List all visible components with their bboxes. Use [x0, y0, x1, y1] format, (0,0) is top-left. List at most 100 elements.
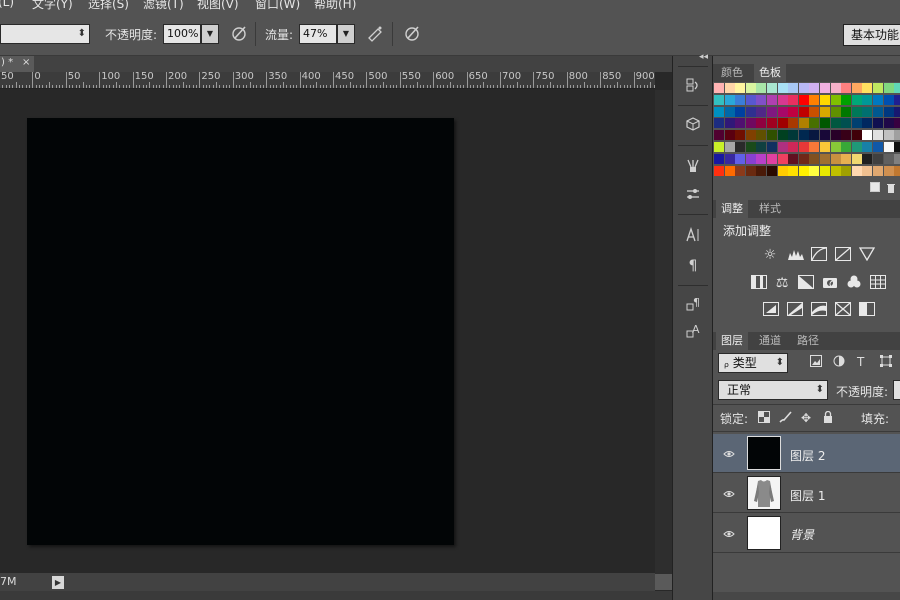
color-swatch[interactable]	[851, 106, 862, 117]
color-swatch[interactable]	[767, 118, 777, 129]
color-swatch[interactable]	[830, 94, 841, 105]
color-swatch[interactable]	[873, 94, 883, 105]
filter-adjustment-icon[interactable]	[833, 355, 845, 370]
color-swatch[interactable]	[724, 130, 735, 141]
color-swatch[interactable]	[798, 130, 809, 141]
color-swatch[interactable]	[745, 165, 756, 176]
tab-paths[interactable]: 路径	[792, 332, 824, 350]
layer-name[interactable]: 图层 2	[790, 447, 825, 464]
black-white-icon[interactable]	[797, 275, 815, 291]
color-swatch[interactable]	[873, 130, 883, 141]
color-swatch[interactable]	[841, 106, 852, 117]
color-swatch[interactable]	[777, 118, 788, 129]
color-swatch[interactable]	[883, 153, 894, 164]
color-swatch[interactable]	[873, 142, 883, 152]
tab-swatches[interactable]: 色板	[754, 64, 786, 82]
history-icon[interactable]	[681, 77, 705, 99]
horizontal-scrollbar[interactable]	[0, 591, 672, 600]
collapse-panels-icon[interactable]: ◂◂	[699, 52, 708, 62]
color-swatch[interactable]	[851, 153, 862, 164]
color-swatch[interactable]	[767, 142, 777, 152]
color-swatch[interactable]	[714, 94, 724, 105]
color-swatch[interactable]	[788, 165, 799, 176]
color-swatch[interactable]	[788, 106, 799, 117]
color-swatch[interactable]	[883, 118, 894, 129]
color-swatch[interactable]	[798, 118, 809, 129]
color-swatch[interactable]	[809, 165, 820, 176]
color-swatch[interactable]	[830, 142, 841, 152]
vertical-scrollbar[interactable]	[655, 90, 672, 590]
color-swatch[interactable]	[894, 118, 900, 129]
color-swatch[interactable]	[894, 94, 900, 105]
color-swatch[interactable]	[798, 94, 809, 105]
tab-adjustments[interactable]: 调整	[716, 200, 748, 218]
color-swatch[interactable]	[851, 83, 862, 93]
color-swatch[interactable]	[873, 153, 883, 164]
color-swatch[interactable]	[745, 83, 756, 93]
color-swatch[interactable]	[862, 130, 873, 141]
color-swatch[interactable]	[714, 106, 724, 117]
color-swatch[interactable]	[883, 130, 894, 141]
eye-icon[interactable]	[723, 448, 735, 461]
color-swatch[interactable]	[724, 94, 735, 105]
menu-item-view[interactable]: 视图(V)	[197, 0, 239, 12]
color-swatch[interactable]	[777, 165, 788, 176]
tablet-pressure-size-icon[interactable]	[403, 24, 421, 46]
color-swatch[interactable]	[851, 118, 862, 129]
status-menu-button[interactable]: ▶	[52, 576, 64, 589]
color-swatch[interactable]	[873, 83, 883, 93]
color-swatch[interactable]	[735, 153, 746, 164]
color-swatch[interactable]	[862, 83, 873, 93]
opacity-dropdown-button[interactable]: ▼	[201, 24, 219, 44]
color-swatch[interactable]	[714, 130, 724, 141]
color-swatch[interactable]	[724, 83, 735, 93]
color-swatch[interactable]	[756, 130, 767, 141]
color-swatch[interactable]	[767, 83, 777, 93]
color-swatch[interactable]	[777, 153, 788, 164]
lock-position-icon[interactable]: ✥	[801, 411, 811, 425]
color-swatch[interactable]	[798, 153, 809, 164]
color-swatch[interactable]	[830, 165, 841, 176]
brush-preset-icon[interactable]	[681, 186, 705, 208]
color-swatch[interactable]	[777, 94, 788, 105]
color-swatch[interactable]	[841, 83, 852, 93]
color-swatch[interactable]	[788, 94, 799, 105]
color-swatch[interactable]	[830, 118, 841, 129]
airbrush-icon[interactable]	[366, 24, 384, 46]
eye-icon[interactable]	[723, 528, 735, 541]
character-icon[interactable]	[681, 226, 705, 249]
color-swatch[interactable]	[756, 106, 767, 117]
color-swatch[interactable]	[809, 118, 820, 129]
color-swatch[interactable]	[894, 83, 900, 93]
paragraph-style-icon[interactable]: ¶	[681, 296, 705, 318]
layer-name[interactable]: 背景	[790, 526, 814, 543]
color-swatch[interactable]	[767, 130, 777, 141]
workspace-switcher-button[interactable]: 基本功能	[843, 24, 900, 46]
color-swatch[interactable]	[724, 142, 735, 152]
lock-transparent-icon[interactable]	[758, 411, 770, 426]
color-swatch[interactable]	[735, 130, 746, 141]
color-swatch[interactable]	[873, 165, 883, 176]
color-swatch[interactable]	[820, 94, 830, 105]
color-swatch[interactable]	[788, 153, 799, 164]
exposure-icon[interactable]	[834, 247, 852, 263]
color-swatch[interactable]	[745, 130, 756, 141]
3d-icon[interactable]	[681, 116, 705, 138]
gradient-map-icon[interactable]	[858, 302, 876, 318]
color-swatch[interactable]	[809, 153, 820, 164]
color-swatch[interactable]	[883, 165, 894, 176]
color-swatch[interactable]	[724, 118, 735, 129]
color-swatch[interactable]	[894, 106, 900, 117]
color-swatch[interactable]	[745, 118, 756, 129]
menu-item-type[interactable]: 文字(Y)	[32, 0, 73, 12]
color-swatch[interactable]	[714, 153, 724, 164]
channel-mixer-icon[interactable]	[845, 275, 863, 291]
color-swatch[interactable]	[735, 106, 746, 117]
character-style-icon[interactable]: A	[681, 323, 705, 345]
posterize-icon[interactable]	[786, 302, 804, 318]
color-swatch[interactable]	[788, 130, 799, 141]
color-swatch[interactable]	[873, 118, 883, 129]
color-swatch[interactable]	[820, 118, 830, 129]
color-swatch[interactable]	[788, 118, 799, 129]
filter-shape-icon[interactable]	[880, 355, 892, 370]
